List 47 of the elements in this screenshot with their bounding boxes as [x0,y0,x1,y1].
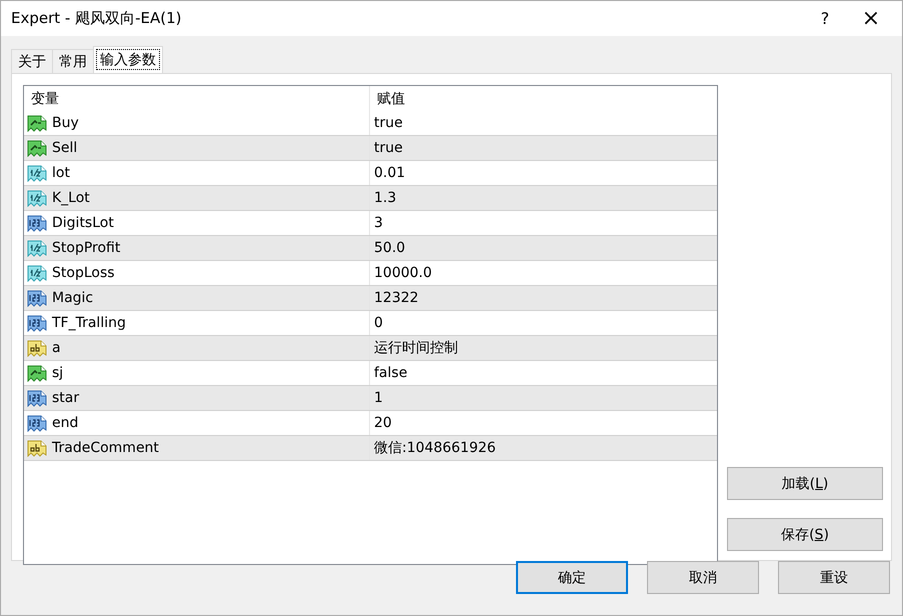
parameter-name: Sell [52,140,78,156]
parameter-name: Buy [52,115,79,131]
parameter-name: sj [52,365,64,381]
table-row[interactable]: a 运行时间控制 [24,336,717,361]
side-button[interactable]: 加载(L) [727,467,883,500]
parameter-value: false [374,365,408,381]
parameter-value: 0 [374,315,383,331]
parameter-name: DigitsLot [52,215,114,231]
parameter-name: StopProfit [52,240,120,256]
table-row[interactable]: StopProfit 50.0 [24,236,717,261]
parameter-value: 20 [374,415,392,431]
window-title: Expert - 飓风双向-EA(1) [10,9,183,28]
column-header: 变量 [24,86,370,111]
parameter-value: 1 [374,390,383,406]
parameter-value: 微信:1048661926 [374,439,496,457]
help-button[interactable]: ? [802,1,848,36]
parameter-value: true [374,115,403,131]
parameter-value: 1.3 [374,190,396,206]
parameter-name: a [52,340,61,356]
table-row[interactable]: TradeComment 微信:1048661926 [24,436,717,461]
parameter-name: TF_Tralling [52,315,126,331]
side-button[interactable]: 保存(S) [727,518,883,551]
parameter-name: TradeComment [52,440,159,456]
tab[interactable]: 关于 [11,49,53,73]
table-row[interactable]: Magic 12322 [24,286,717,311]
close-button[interactable]: × [848,1,894,36]
tab[interactable]: 输入参数 [93,46,163,73]
table-row[interactable]: Sell true [24,136,717,161]
parameter-value: 50.0 [374,240,406,256]
parameter-value: 0.01 [374,165,406,181]
parameter-name: StopLoss [52,265,115,281]
dialog-button[interactable]: 重设 [778,561,890,594]
parameter-name: star [52,390,80,406]
parameter-value: 12322 [374,290,419,306]
parameter-name: K_Lot [52,190,90,206]
column-header: 赋值 [376,90,406,108]
parameter-value: 3 [374,215,383,231]
dialog-button[interactable]: 确定 [516,561,628,594]
parameter-value: 10000.0 [374,265,432,281]
table-row[interactable]: K_Lot 1.3 [24,186,717,211]
parameter-name: lot [52,165,70,181]
parameter-name: end [52,415,78,431]
parameter-name: Magic [52,290,94,306]
table-row[interactable]: star 1 [24,386,717,411]
dialog-button[interactable]: 取消 [647,561,759,594]
parameter-value: true [374,140,403,156]
parameter-value: 运行时间控制 [374,339,458,357]
